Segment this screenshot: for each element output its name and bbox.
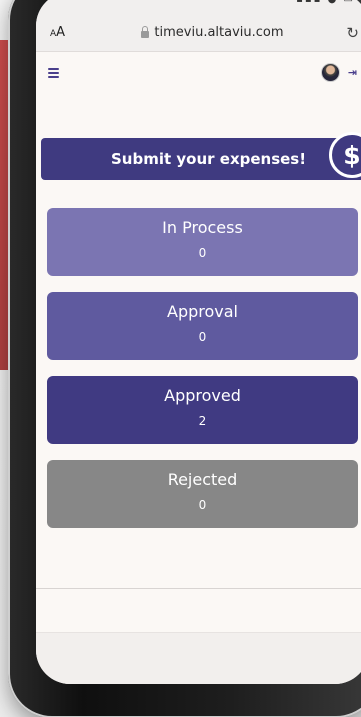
card-title: Rejected [167,470,238,489]
text-size-button[interactable]: AA [50,25,90,40]
app-header: ⇥ [36,52,361,92]
reload-icon[interactable]: ↻ [335,24,359,42]
browser-bottom-bar [36,632,361,684]
card-title: Approval [167,302,238,321]
submit-expenses-label: Submit your expenses! [111,150,307,168]
card-title: In Process [162,218,243,237]
logout-icon[interactable]: ⇥ [348,66,357,79]
card-title: Approved [164,386,241,405]
card-in-process[interactable]: In Process 0 [47,208,358,276]
text-size-large-a: A [56,25,66,40]
status-icons: ▪▪▪ ◒ ▭ [296,0,355,5]
bottom-divider [36,588,361,589]
screenshot-stage: ▪▪▪ ◒ ▭ AA timeviu.altaviu.com ↻ ⇥ [0,0,361,717]
dollar-icon: $ [329,132,361,178]
url-field[interactable]: timeviu.altaviu.com [90,25,335,40]
browser-address-bar[interactable]: AA timeviu.altaviu.com ↻ [36,14,361,52]
card-count: 0 [198,498,207,512]
phone-screen: ▪▪▪ ◒ ▭ AA timeviu.altaviu.com ↻ ⇥ [36,0,361,684]
card-approved[interactable]: Approved 2 [47,376,358,444]
card-count: 0 [198,330,207,344]
card-approval[interactable]: Approval 0 [47,292,358,360]
url-text: timeviu.altaviu.com [154,25,284,40]
card-rejected[interactable]: Rejected 0 [47,460,358,528]
phone-frame: ▪▪▪ ◒ ▭ AA timeviu.altaviu.com ↻ ⇥ [8,0,361,717]
lock-icon [141,25,150,38]
card-count: 0 [198,246,207,260]
hamburger-menu-icon[interactable] [48,67,59,78]
header-actions: ⇥ [320,62,357,82]
status-bar: ▪▪▪ ◒ ▭ [36,0,361,14]
user-avatar[interactable] [320,62,340,82]
submit-expenses-banner[interactable]: Submit your expenses! $ [41,132,361,180]
card-count: 2 [198,414,207,428]
expense-status-cards: In Process 0 Approval 0 Approved 2 Rejec… [47,208,358,544]
